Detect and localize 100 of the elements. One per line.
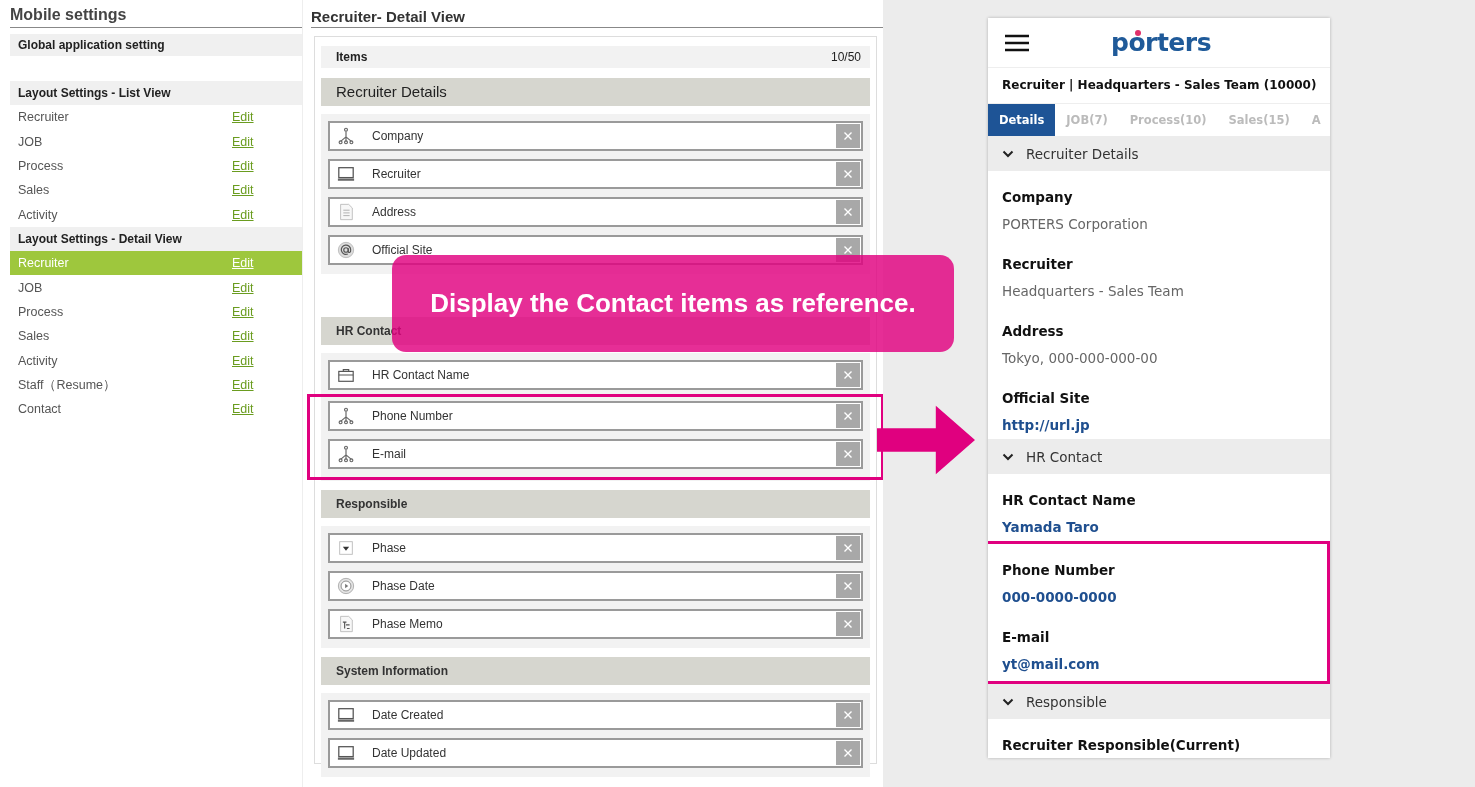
row-label: Contact <box>18 402 63 417</box>
hierarchy-icon <box>337 127 355 145</box>
field-row[interactable]: Phone Number <box>328 401 863 431</box>
section-header[interactable]: Responsible <box>988 684 1330 719</box>
settings-row[interactable]: Activity Edit <box>10 202 302 227</box>
field-row[interactable]: Phase Date <box>328 571 863 601</box>
field-label: Date Updated <box>371 746 448 760</box>
field-label: Phone Number <box>371 409 454 423</box>
section-header[interactable]: HR Contact <box>988 439 1330 474</box>
field-value: Tokyo, 000-000-000-00 <box>1002 349 1159 367</box>
monitor-icon <box>337 744 355 762</box>
document-icon <box>337 203 355 221</box>
close-icon <box>843 748 853 758</box>
section-header[interactable]: Recruiter Details <box>988 136 1330 171</box>
items-count: 10/50 <box>830 49 861 66</box>
field-value-link[interactable]: yt@mail.com <box>1002 655 1313 673</box>
settings-row[interactable]: JOB Edit <box>10 129 302 154</box>
remove-button[interactable] <box>836 363 860 387</box>
section-header: Recruiter Details <box>321 78 870 106</box>
at-sign-icon <box>337 241 355 259</box>
field-label: Official Site <box>371 243 434 257</box>
field-value: Headquarters - Sales Team <box>1002 282 1185 300</box>
memo-icon <box>337 615 355 633</box>
settings-row[interactable]: Recruiter Edit <box>10 105 302 130</box>
close-icon <box>843 411 853 421</box>
remove-button[interactable] <box>836 741 860 765</box>
row-label: Activity <box>18 353 59 368</box>
close-icon <box>843 370 853 380</box>
tab[interactable]: Details <box>988 104 1056 136</box>
row-label: Sales <box>18 183 51 198</box>
remove-button[interactable] <box>836 703 860 727</box>
remove-button[interactable] <box>836 612 860 636</box>
briefcase-icon <box>337 366 355 384</box>
section-header: Responsible <box>321 490 870 518</box>
settings-row[interactable]: Process Edit <box>10 153 302 179</box>
items-label: Items <box>336 49 368 66</box>
section-header: System Information <box>321 657 870 685</box>
panel-title: Recruiter- Detail View <box>311 0 883 28</box>
row-label: Sales <box>18 329 51 344</box>
remove-button[interactable] <box>836 442 860 466</box>
remove-button[interactable] <box>836 536 860 560</box>
row-label: Process <box>18 158 65 173</box>
field-row[interactable]: Address <box>328 197 863 227</box>
row-label: JOB <box>18 134 44 149</box>
field-label: Date Created <box>371 708 445 722</box>
field-label: Company <box>371 129 425 143</box>
close-icon <box>843 710 853 720</box>
field-value-link[interactable]: Yamada Taro <box>1002 518 1316 536</box>
section-title: Responsible <box>1026 693 1107 710</box>
close-icon <box>843 619 853 629</box>
field-row[interactable]: Date Updated <box>328 738 863 768</box>
field-row[interactable]: Company <box>328 121 863 151</box>
field-row[interactable]: Phase Memo <box>328 609 863 639</box>
field-value-link[interactable]: http://url.jp <box>1002 416 1316 434</box>
field-label: Recruiter <box>371 167 422 181</box>
field-label: Address <box>1002 322 1065 340</box>
field-label: Phone Number <box>1002 561 1116 579</box>
section-title: HR Contact <box>1026 448 1103 465</box>
remove-button[interactable] <box>836 404 860 428</box>
settings-row[interactable]: JOB Edit <box>10 275 302 300</box>
field-label: Recruiter Responsible(Current) <box>1002 736 1242 754</box>
field-value-link[interactable]: 000-0000-0000 <box>1002 588 1313 606</box>
field-row[interactable]: Recruiter <box>328 159 863 189</box>
field-row[interactable]: HR Contact Name <box>328 360 863 390</box>
settings-row[interactable]: Sales Edit <box>10 324 302 349</box>
field-label: HR Contact Name <box>371 368 471 382</box>
remove-button[interactable] <box>836 574 860 598</box>
hierarchy-icon <box>337 445 355 463</box>
row-label: Recruiter <box>18 110 70 125</box>
close-icon <box>843 543 853 553</box>
settings-row[interactable]: Contact Edit <box>10 397 302 422</box>
field-label: HR Contact Name <box>1002 491 1137 509</box>
chevron-icon <box>1002 452 1014 461</box>
row-label: Staff（Resume） <box>18 376 118 394</box>
field-label: Phase <box>371 541 408 555</box>
field-row[interactable]: Date Created <box>328 700 863 730</box>
close-icon <box>843 245 853 255</box>
menu-button[interactable] <box>1005 33 1029 52</box>
settings-row[interactable]: Process Edit <box>10 299 302 325</box>
settings-row[interactable]: Activity Edit <box>10 348 302 373</box>
settings-row[interactable]: Staff（Resume） Edit <box>10 372 302 398</box>
settings-item[interactable]: Global application setting <box>10 34 302 56</box>
settings-row[interactable]: Sales Edit <box>10 178 302 203</box>
field-label: Company <box>1002 188 1074 206</box>
clock-icon <box>337 577 355 595</box>
field-row[interactable]: Phase <box>328 533 863 563</box>
remove-button[interactable] <box>836 124 860 148</box>
group-header: Layout Settings - Detail View <box>10 226 302 251</box>
hierarchy-icon <box>337 407 355 425</box>
field-row[interactable]: E-mail <box>328 439 863 469</box>
menu-icon <box>1005 33 1029 52</box>
row-label: Recruiter <box>18 256 70 271</box>
field-label: Phase Memo <box>371 617 444 631</box>
close-icon <box>843 131 853 141</box>
monitor-icon <box>337 706 355 724</box>
remove-button[interactable] <box>836 162 860 186</box>
dropdown-icon <box>337 539 355 557</box>
row-label: JOB <box>18 280 44 295</box>
remove-button[interactable] <box>836 200 860 224</box>
close-icon <box>843 169 853 179</box>
